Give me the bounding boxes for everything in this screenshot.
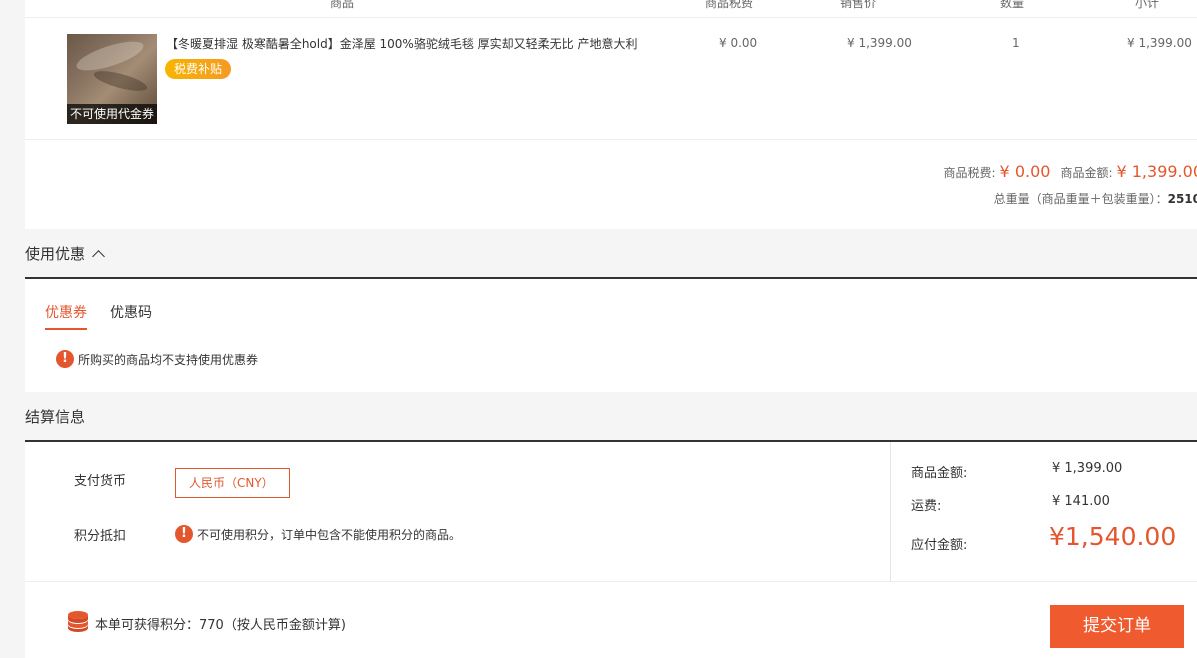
shipping-value: ¥ 141.00	[1052, 494, 1110, 509]
currency-label: 支付货币	[74, 474, 127, 489]
product-tax: ¥ 0.00	[719, 36, 758, 50]
no-voucher-badge: 不可使用代金券	[67, 104, 157, 124]
settlement-body: 支付货币 人民币（CNY） 积分抵扣 ! 不可使用积分，订单中包含不能使用积分的…	[25, 442, 1197, 582]
checkout-page: 商品 商品税费 销售价 数量 小计 不可使用代金券 【冬暖夏排湿 极寒酷暑全ho…	[25, 0, 1197, 658]
tax-subsidy-tag: 税费补贴	[165, 59, 232, 79]
warning-icon: !	[56, 350, 74, 368]
submit-order-button[interactable]: 提交订单	[1050, 605, 1184, 648]
tax-total-label: 商品税费:	[943, 166, 996, 180]
table-row: 不可使用代金券 【冬暖夏排湿 极寒酷暑全hold】金泽屋 100%骆驼绒毛毯 厚…	[25, 18, 1197, 140]
earn-points-text: 本单可获得积分：770（按人民币金额计算)	[95, 618, 346, 633]
shipping-label: 运费:	[911, 499, 942, 514]
amount-total-label: 商品金额:	[1060, 166, 1113, 180]
amount-total-value: ¥ 1,399.00	[1116, 162, 1197, 181]
tax-total-value: ¥ 0.00	[999, 162, 1051, 181]
settlement-section-title: 结算信息	[25, 408, 86, 426]
header-subtotal: 小计	[1135, 0, 1160, 10]
coupon-section-title: 使用优惠	[25, 245, 86, 263]
payable-label: 应付金额:	[911, 538, 968, 553]
totals-line: 商品税费: ¥ 0.00 商品金额: ¥ 1,399.00	[944, 162, 1197, 181]
weight-value: 2510	[1167, 192, 1197, 206]
tab-coupon[interactable]: 优惠券	[45, 302, 87, 330]
points-label: 积分抵扣	[74, 529, 127, 544]
coins-icon	[68, 611, 88, 632]
coupon-warning: ! 所购买的商品均不支持使用优惠券	[56, 350, 258, 368]
product-qty: 1	[1012, 36, 1020, 50]
order-footer: 本单可获得积分：770（按人民币金额计算) 提交订单	[25, 582, 1197, 658]
header-product: 商品	[330, 0, 355, 10]
goods-amount-value: ¥ 1,399.00	[1052, 461, 1123, 476]
weight-line: 总重量（商品重量＋包装重量）：2510	[994, 190, 1197, 207]
header-tax: 商品税费	[705, 0, 754, 10]
weight-label: 总重量（商品重量＋包装重量）：	[993, 192, 1168, 206]
chevron-up-icon[interactable]	[92, 250, 105, 263]
order-totals: 商品税费: ¥ 0.00 商品金额: ¥ 1,399.00 总重量（商品重量＋包装重量…	[25, 140, 1197, 230]
goods-amount-label: 商品金额:	[911, 466, 968, 481]
product-subtotal: ¥ 1,399.00	[1127, 36, 1192, 50]
table-header: 商品 商品税费 销售价 数量 小计	[25, 0, 1197, 18]
warning-icon: !	[175, 525, 193, 543]
payable-total: ¥1,540.00	[1049, 522, 1177, 551]
coupon-section-header[interactable]: 使用优惠	[25, 229, 1197, 279]
settlement-section-header: 结算信息	[25, 392, 1197, 442]
product-title[interactable]: 【冬暖夏排湿 极寒酷暑全hold】金泽屋 100%骆驼绒毛毯 厚实却又轻柔无比 …	[166, 35, 637, 52]
tab-coupon-code[interactable]: 优惠码	[110, 302, 152, 328]
product-price: ¥ 1,399.00	[847, 36, 912, 50]
points-warning-text: 不可使用积分，订单中包含不能使用积分的商品。	[197, 527, 462, 542]
product-thumbnail[interactable]: 不可使用代金券	[67, 34, 157, 124]
points-warning: ! 不可使用积分，订单中包含不能使用积分的商品。	[175, 525, 461, 543]
header-qty: 数量	[1000, 0, 1025, 10]
currency-option[interactable]: 人民币（CNY）	[175, 468, 290, 498]
coupon-warning-text: 所购买的商品均不支持使用优惠券	[78, 352, 259, 367]
settlement-summary: 商品金额: ¥ 1,399.00 运费: ¥ 141.00 应付金额: ¥1,5…	[891, 442, 1197, 582]
settlement-options: 支付货币 人民币（CNY） 积分抵扣 ! 不可使用积分，订单中包含不能使用积分的…	[25, 442, 891, 582]
header-price: 销售价	[840, 0, 877, 10]
